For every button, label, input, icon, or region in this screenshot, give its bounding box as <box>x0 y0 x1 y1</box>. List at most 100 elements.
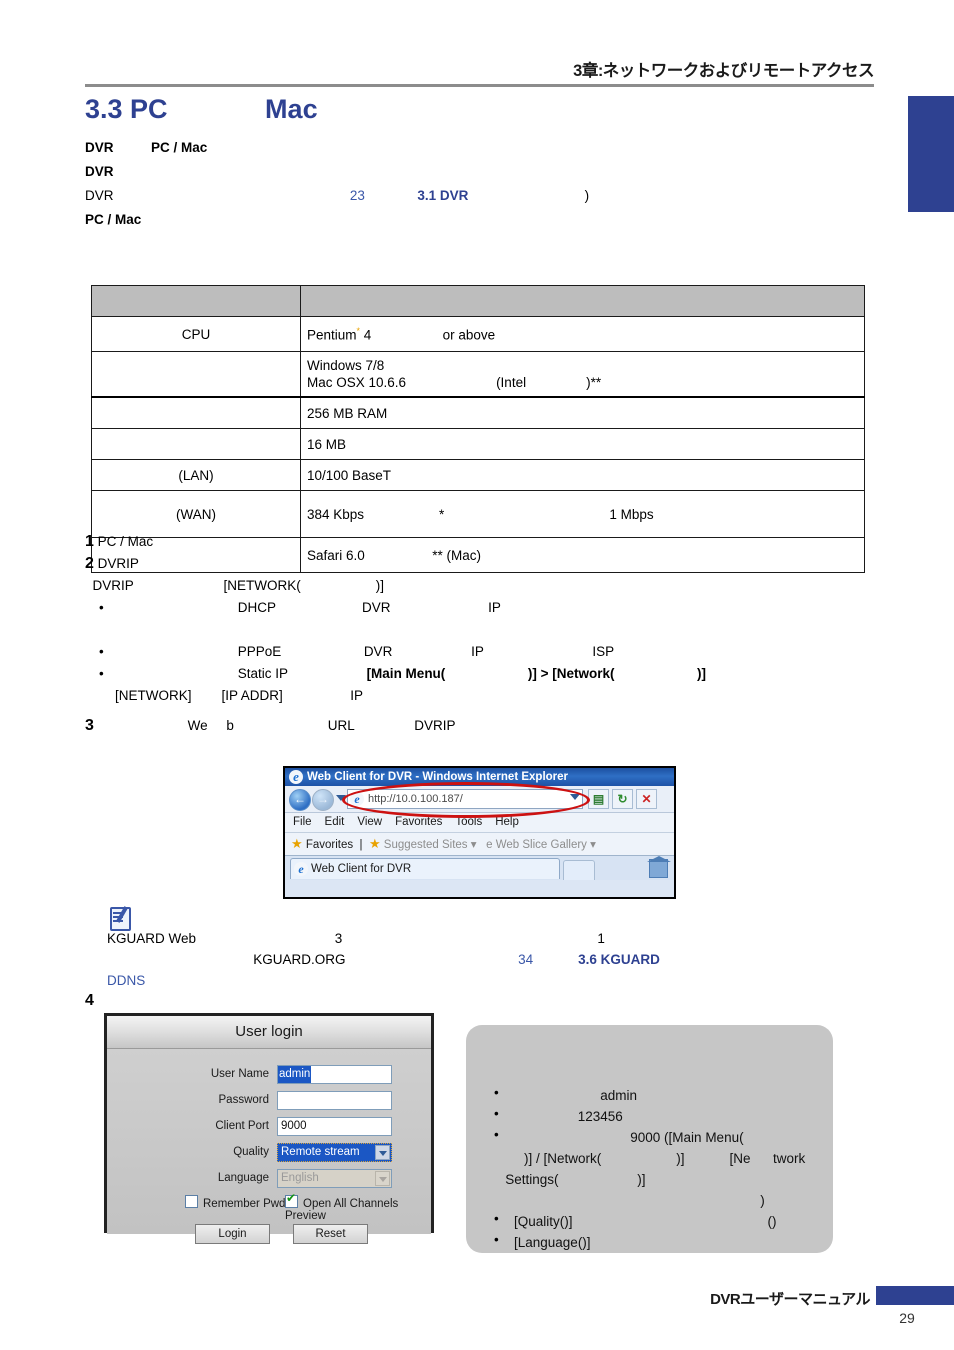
forward-arrow-icon[interactable]: → <box>312 789 334 811</box>
menu-item-favorites[interactable]: Favorites <box>395 816 442 828</box>
field-row-username: User Name admin <box>107 1065 431 1086</box>
suggested-sites-link[interactable]: Suggested Sites <box>384 839 468 851</box>
footer-manual-title: DVRユーザーマニュアル <box>710 1291 870 1308</box>
table-row: (LAN) 10/100 BaseT <box>91 459 865 491</box>
bullet-3-pre: Static IP <box>129 666 367 681</box>
callout-item-5: [Language()] <box>514 1235 591 1250</box>
bullet-dot: • <box>99 666 104 681</box>
bullet-3-mid: )] > <box>445 666 553 681</box>
step-2-number: 2 <box>85 555 94 572</box>
feeds-icon[interactable]: ▤ <box>588 789 609 809</box>
note-block: KGUARD Web 3 1 KGUARD.ORG 34 3.6 KGUARD … <box>107 928 897 991</box>
table-row: 256 MB RAM <box>91 396 865 429</box>
password-input[interactable] <box>277 1091 392 1110</box>
note-line-1-text: KGUARD Web 3 1 <box>107 931 605 946</box>
bullet-dot: • <box>494 1211 499 1226</box>
stop-icon[interactable]: ✕ <box>636 789 657 809</box>
step-2-subline: DVRIP [NETWORK( )] <box>85 575 895 597</box>
field-row-language: Language English <box>107 1169 431 1190</box>
step-1: 1 PC / Mac <box>85 531 895 553</box>
callout-item-3: 9000 ([Main Menu( <box>514 1130 744 1145</box>
menu-item-help[interactable]: Help <box>495 816 519 828</box>
favorites-star-icon: ★ <box>291 836 303 851</box>
username-value: admin <box>278 1066 312 1083</box>
recent-pages-chevron-down-icon[interactable] <box>336 795 346 801</box>
web-slice-gallery-link[interactable]: Web Slice Gallery <box>496 839 587 851</box>
chevron-down-icon[interactable] <box>375 1145 390 1160</box>
open-all-channels-label: Open All Channels Preview <box>285 1198 399 1222</box>
internet-explorer-icon: e <box>289 770 303 784</box>
browser-tab-label: Web Client for DVR <box>311 863 412 875</box>
row-label: CPU <box>91 316 301 352</box>
bullet-dot: • <box>494 1085 499 1100</box>
step-3-text: We b URL DVRIP <box>93 718 456 733</box>
login-dialog-title: User login <box>107 1016 431 1049</box>
chevron-down-icon[interactable]: ▾ <box>471 839 477 851</box>
open-all-channels-checkbox[interactable]: Open All Channels Preview <box>285 1191 431 1222</box>
address-chevron-down-icon[interactable] <box>570 794 580 800</box>
menu-item-view[interactable]: View <box>357 816 382 828</box>
home-icon[interactable] <box>647 856 671 878</box>
note-section-link[interactable]: 3.6 KGUARD <box>578 952 660 967</box>
bullet-dot: • <box>99 644 104 659</box>
username-input[interactable]: admin <box>277 1065 392 1084</box>
login-button[interactable]: Login <box>195 1224 270 1244</box>
row-value: Pentium* 4 or above <box>300 316 865 352</box>
step-1-text: PC / Mac <box>97 534 154 549</box>
intro-page-link[interactable]: 23 <box>350 188 365 203</box>
menu-item-file[interactable]: File <box>293 816 312 828</box>
callout-box: • admin • 123456 • 9000 ([Main Menu( )] … <box>466 1025 833 1253</box>
tab-favicon-icon: e <box>294 862 308 876</box>
intro-line-1: DVR PC / Mac <box>85 136 885 160</box>
bullet-3-tail: )] <box>614 666 706 681</box>
row-value: 16 MB <box>300 428 865 460</box>
callout-item-2: 123456 <box>514 1109 623 1124</box>
row-label: (LAN) <box>91 459 301 491</box>
login-dialog-body: User Name admin Password Client Port 900… <box>107 1049 431 1244</box>
refresh-icon[interactable]: ↻ <box>612 789 633 809</box>
bullet-2-text: PPPoE DVR IP ISP <box>129 644 615 659</box>
note-line-3-text: DDNS <box>107 970 897 991</box>
bullet-dot: • <box>494 1106 499 1121</box>
browser-window-title: Web Client for DVR - Windows Internet Ex… <box>307 771 569 783</box>
menu-item-edit[interactable]: Edit <box>325 816 345 828</box>
remember-password-checkbox[interactable]: Remember Pwd <box>185 1195 285 1210</box>
browser-tab-web-client[interactable]: e Web Client for DVR <box>290 858 560 879</box>
note-page-link[interactable]: 34 <box>518 952 533 967</box>
address-bar[interactable]: e http://10.0.100.187/ <box>347 789 583 809</box>
browser-tab-strip: e Web Client for DVR <box>285 856 674 880</box>
page-title: 3.3 PC Mac <box>85 94 318 124</box>
intro-section-link[interactable]: 3.1 DVR <box>417 188 468 203</box>
client-port-input[interactable]: 9000 <box>277 1117 392 1136</box>
manual-page: 3章:ネットワークおよびリモートアクセス 3.3 PC Mac DVR PC /… <box>0 0 954 1350</box>
menu-item-tools[interactable]: Tools <box>455 816 482 828</box>
callout-item-3-line4: ) <box>494 1193 765 1208</box>
bullet-3-bold-2: [Network( <box>552 666 615 681</box>
quality-select[interactable]: Remote stream <box>277 1143 392 1162</box>
bullet-dot: • <box>99 600 104 615</box>
step-1-number: 1 <box>85 533 94 550</box>
add-favorite-star-icon[interactable]: ★ <box>369 836 381 851</box>
row-label <box>91 396 301 429</box>
quality-label: Quality <box>233 1146 269 1158</box>
chevron-down-icon[interactable]: ▾ <box>590 839 596 851</box>
callout-item-3-line3: Settings( )] <box>494 1172 646 1187</box>
steps-block: 1 PC / Mac 2 DVRIP DVRIP [NETWORK( )] • … <box>85 531 895 737</box>
header-rule <box>85 84 874 87</box>
intro-block: DVR PC / Mac DVR DVR 23 3.1 DVR ) PC / M… <box>85 136 885 232</box>
step-2-bullet-3-line2: [NETWORK] [IP ADDR] IP <box>85 688 364 703</box>
page-favicon-icon: e <box>350 792 364 806</box>
field-row-client-port: Client Port 9000 <box>107 1117 431 1138</box>
back-arrow-icon[interactable]: ← <box>289 789 311 811</box>
reset-button[interactable]: Reset <box>293 1224 368 1244</box>
ddns-link[interactable]: DDNS <box>107 973 145 988</box>
step-2-subline-text: DVRIP [NETWORK( )] <box>92 578 385 593</box>
row-value: Windows 7/8 Mac OSX 10.6.6 (Intel )** <box>300 351 865 398</box>
new-tab-button[interactable] <box>563 860 595 880</box>
note-line-2-text: KGUARD.ORG 34 3.6 KGUARD <box>107 949 897 970</box>
step-2: 2 DVRIP <box>85 553 895 575</box>
favorites-label[interactable]: Favorites <box>306 839 353 851</box>
row-value: 10/100 BaseT <box>300 459 865 491</box>
table-row: Windows 7/8 Mac OSX 10.6.6 (Intel )** <box>91 351 865 398</box>
table-row: CPU Pentium* 4 or above <box>91 316 865 352</box>
